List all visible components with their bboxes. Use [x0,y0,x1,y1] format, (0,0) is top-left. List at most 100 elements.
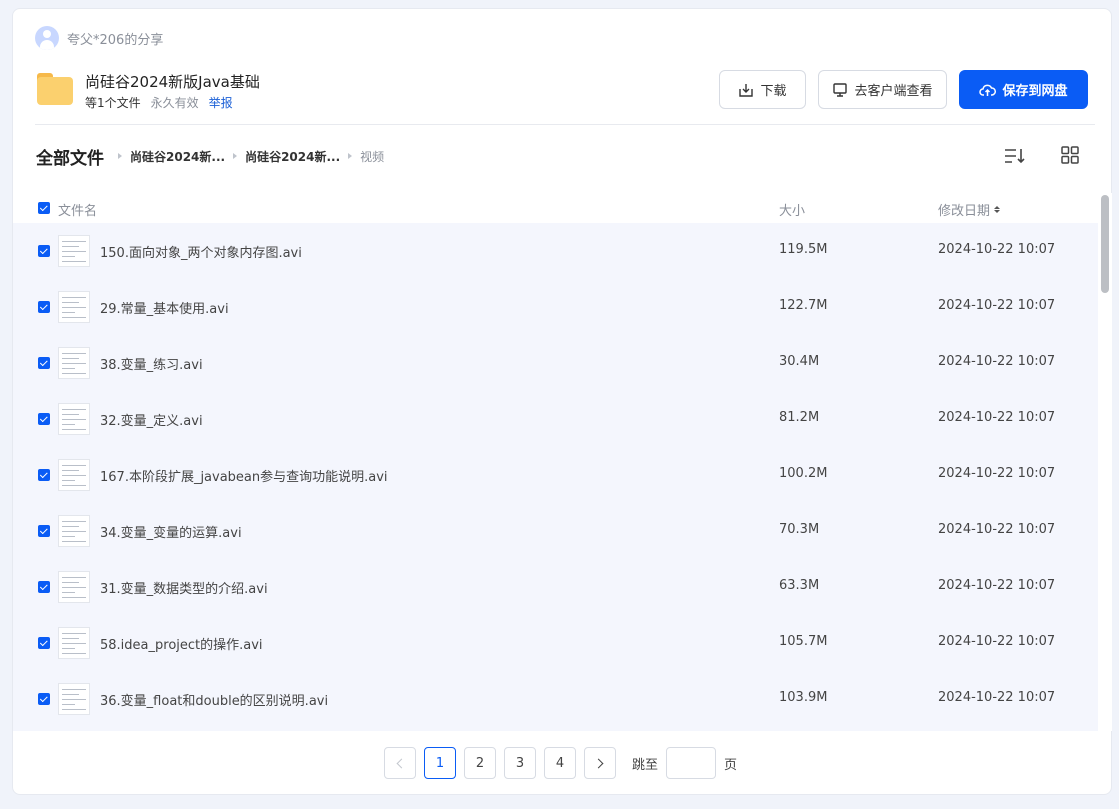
breadcrumb-separator-icon [118,153,122,159]
row-checkbox[interactable] [38,693,50,705]
file-name[interactable]: 38.变量_练习.avi [100,354,203,373]
table-row[interactable]: 32.变量_定义.avi 81.2M 2024-10-22 10:07 [13,391,1098,447]
row-checkbox[interactable] [38,357,50,369]
file-size: 70.3M [779,522,820,537]
table-row[interactable]: 150.面向对象_两个对象内存图.avi 119.5M 2024-10-22 1… [13,223,1098,279]
select-all-checkbox[interactable] [38,202,50,214]
row-checkbox[interactable] [38,637,50,649]
folder-icon [37,73,73,105]
column-header-date[interactable]: 修改日期 [938,200,1001,219]
file-name[interactable]: 31.变量_数据类型的介绍.avi [100,578,268,597]
file-date: 2024-10-22 10:07 [938,690,1056,705]
share-meta: 等1个文件 永久有效 举报 [85,94,233,111]
breadcrumb-root[interactable]: 全部文件 [36,144,104,169]
file-size: 100.2M [779,466,828,481]
monitor-icon [833,82,848,97]
file-size: 122.7M [779,298,828,313]
file-date: 2024-10-22 10:07 [938,466,1056,481]
sort-caret-icon [994,206,1001,213]
file-date: 2024-10-22 10:07 [938,354,1056,369]
page-button[interactable]: 2 [464,747,496,779]
table-row[interactable]: 58.idea_project的操作.avi 105.7M 2024-10-22… [13,615,1098,671]
download-button[interactable]: 下载 [719,70,806,109]
client-view-label: 去客户端查看 [854,84,933,99]
file-name[interactable]: 167.本阶段扩展_javabean参与查询功能说明.avi [100,466,388,485]
table-row[interactable]: 167.本阶段扩展_javabean参与查询功能说明.avi 100.2M 20… [13,447,1098,503]
file-name[interactable]: 150.面向对象_两个对象内存图.avi [100,242,302,261]
video-thumbnail-icon [58,347,90,379]
grid-view-icon[interactable] [1060,145,1080,165]
file-name[interactable]: 36.变量_float和double的区别说明.avi [100,690,328,709]
file-name[interactable]: 32.变量_定义.avi [100,410,203,429]
breadcrumb: 全部文件 尚硅谷2024新... 尚硅谷2024新... 视频 [36,144,384,169]
jump-page-input[interactable] [666,747,717,779]
page-button[interactable]: 3 [504,747,536,779]
sort-order-icon[interactable] [1003,146,1025,166]
chevron-right-icon [593,758,604,768]
file-date: 2024-10-22 10:07 [938,578,1056,593]
breadcrumb-separator-icon [233,153,238,159]
chevron-left-icon [396,758,407,768]
user-avatar-icon [35,26,59,50]
file-date: 2024-10-22 10:07 [938,410,1056,425]
client-view-button[interactable]: 去客户端查看 [818,70,947,109]
share-card: 夸父*206的分享 尚硅谷2024新版Java基础 等1个文件 永久有效 举报 … [12,8,1112,795]
file-date: 2024-10-22 10:07 [938,522,1056,537]
table-row[interactable]: 36.变量_float和double的区别说明.avi 103.9M 2024-… [13,671,1098,727]
share-title: 尚硅谷2024新版Java基础 [85,73,260,91]
header-divider [35,124,1095,125]
page-button[interactable]: 1 [424,747,456,779]
page-button[interactable]: 4 [544,747,576,779]
download-label: 下载 [760,84,787,99]
sharer-info: 夸父*206的分享 [35,25,163,51]
table-row[interactable]: 34.变量_变量的运算.avi 70.3M 2024-10-22 10:07 [13,503,1098,559]
breadcrumb-item[interactable]: 尚硅谷2024新... [130,148,225,165]
save-label: 保存到网盘 [1002,84,1068,99]
column-header-name: 文件名 [58,204,98,219]
video-thumbnail-icon [58,403,90,435]
file-size: 81.2M [779,410,820,425]
scrollbar-thumb[interactable] [1101,195,1109,293]
table-row[interactable]: 29.常量_基本使用.avi 122.7M 2024-10-22 10:07 [13,279,1098,335]
video-thumbnail-icon [58,291,90,323]
file-name[interactable]: 34.变量_变量的运算.avi [100,522,242,541]
prev-page-button[interactable] [384,747,416,779]
file-date: 2024-10-22 10:07 [938,242,1056,257]
pagination: 1 2 3 4 跳至 页 [384,747,737,779]
file-size: 30.4M [779,354,820,369]
file-date: 2024-10-22 10:07 [938,298,1056,313]
file-date: 2024-10-22 10:07 [938,634,1056,649]
breadcrumb-item[interactable]: 尚硅谷2024新... [245,148,340,165]
file-size: 105.7M [779,634,828,649]
table-row[interactable]: 38.变量_练习.avi 30.4M 2024-10-22 10:07 [13,335,1098,391]
page-unit-label: 页 [724,757,738,773]
row-checkbox[interactable] [38,581,50,593]
file-size: 63.3M [779,578,820,593]
video-thumbnail-icon [58,571,90,603]
file-name[interactable]: 29.常量_基本使用.avi [100,298,229,317]
report-link[interactable]: 举报 [209,94,233,111]
column-header-date-label: 修改日期 [938,204,991,219]
table-header: 文件名 大小 修改日期 [13,195,1098,223]
next-page-button[interactable] [584,747,616,779]
validity: 永久有效 [150,96,199,110]
table-row[interactable]: 31.变量_数据类型的介绍.avi 63.3M 2024-10-22 10:07 [13,559,1098,615]
cloud-upload-icon [979,84,997,96]
file-name[interactable]: 58.idea_project的操作.avi [100,634,263,653]
video-thumbnail-icon [58,627,90,659]
breadcrumb-separator-icon [348,153,353,159]
video-thumbnail-icon [58,683,90,715]
jump-label: 跳至 [632,757,659,773]
video-thumbnail-icon [58,515,90,547]
row-checkbox[interactable] [38,301,50,313]
save-to-disk-button[interactable]: 保存到网盘 [959,70,1088,109]
row-checkbox[interactable] [38,413,50,425]
row-checkbox[interactable] [38,525,50,537]
sharer-name: 夸父*206的分享 [67,32,164,48]
row-checkbox[interactable] [38,469,50,481]
row-checkbox[interactable] [38,245,50,257]
file-list: 150.面向对象_两个对象内存图.avi 119.5M 2024-10-22 1… [13,223,1098,731]
file-size: 103.9M [779,690,828,705]
download-icon [739,83,754,97]
column-header-size: 大小 [779,204,806,219]
